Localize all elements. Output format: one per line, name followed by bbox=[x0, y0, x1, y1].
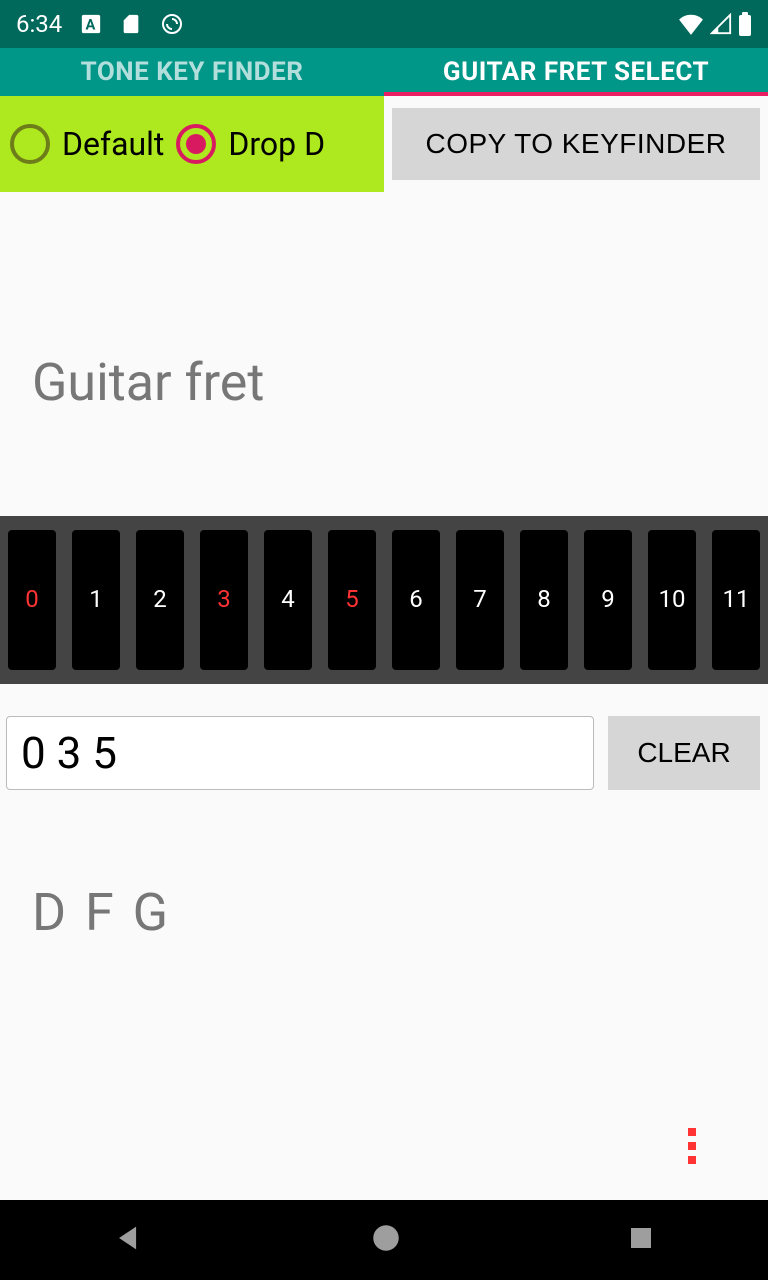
status-time: 6:34 bbox=[16, 10, 62, 38]
fretboard: 01234567891011 bbox=[0, 516, 768, 684]
fret-input[interactable] bbox=[6, 716, 594, 790]
tab-tone-key-finder[interactable]: TONE KEY FINDER bbox=[0, 48, 384, 96]
radio-icon bbox=[10, 124, 50, 164]
input-row: CLEAR bbox=[6, 716, 760, 790]
nav-recent-icon[interactable] bbox=[626, 1223, 656, 1257]
content-area: Guitar fret 01234567891011 CLEAR D F G bbox=[0, 192, 768, 1200]
fret-10[interactable]: 10 bbox=[648, 530, 696, 670]
sync-icon bbox=[160, 12, 184, 36]
cell-signal-icon bbox=[710, 13, 732, 35]
fret-7[interactable]: 7 bbox=[456, 530, 504, 670]
fret-8[interactable]: 8 bbox=[520, 530, 568, 670]
nav-home-icon[interactable] bbox=[369, 1221, 403, 1259]
radio-drop-d[interactable]: Drop D bbox=[176, 124, 325, 164]
page-heading: Guitar fret bbox=[32, 352, 264, 413]
radio-icon bbox=[176, 124, 216, 164]
nav-bar bbox=[0, 1200, 768, 1280]
fret-1[interactable]: 1 bbox=[72, 530, 120, 670]
fret-4[interactable]: 4 bbox=[264, 530, 312, 670]
battery-icon bbox=[738, 12, 752, 36]
fret-9[interactable]: 9 bbox=[584, 530, 632, 670]
fret-0[interactable]: 0 bbox=[8, 530, 56, 670]
keyboard-icon: A bbox=[80, 13, 102, 35]
svg-text:A: A bbox=[86, 16, 96, 34]
fret-11[interactable]: 11 bbox=[712, 530, 760, 670]
more-icon[interactable] bbox=[688, 1128, 696, 1164]
tab-guitar-fret-select[interactable]: GUITAR FRET SELECT bbox=[384, 48, 768, 96]
fret-5[interactable]: 5 bbox=[328, 530, 376, 670]
tuning-radio-group: Default Drop D bbox=[0, 96, 384, 192]
clear-button[interactable]: CLEAR bbox=[608, 716, 760, 790]
wifi-icon bbox=[678, 13, 704, 35]
copy-to-keyfinder-button[interactable]: COPY TO KEYFINDER bbox=[392, 108, 760, 180]
radio-dropd-label: Drop D bbox=[228, 125, 325, 163]
notes-display: D F G bbox=[32, 882, 171, 943]
status-bar: 6:34 A bbox=[0, 0, 768, 48]
nav-back-icon[interactable] bbox=[112, 1221, 146, 1259]
radio-default-label: Default bbox=[62, 125, 164, 163]
radio-default[interactable]: Default bbox=[10, 124, 164, 164]
fret-2[interactable]: 2 bbox=[136, 530, 184, 670]
tab-bar: TONE KEY FINDER GUITAR FRET SELECT bbox=[0, 48, 768, 96]
sd-card-icon bbox=[120, 13, 142, 35]
fret-3[interactable]: 3 bbox=[200, 530, 248, 670]
options-row: Default Drop D COPY TO KEYFINDER bbox=[0, 96, 768, 192]
fret-6[interactable]: 6 bbox=[392, 530, 440, 670]
